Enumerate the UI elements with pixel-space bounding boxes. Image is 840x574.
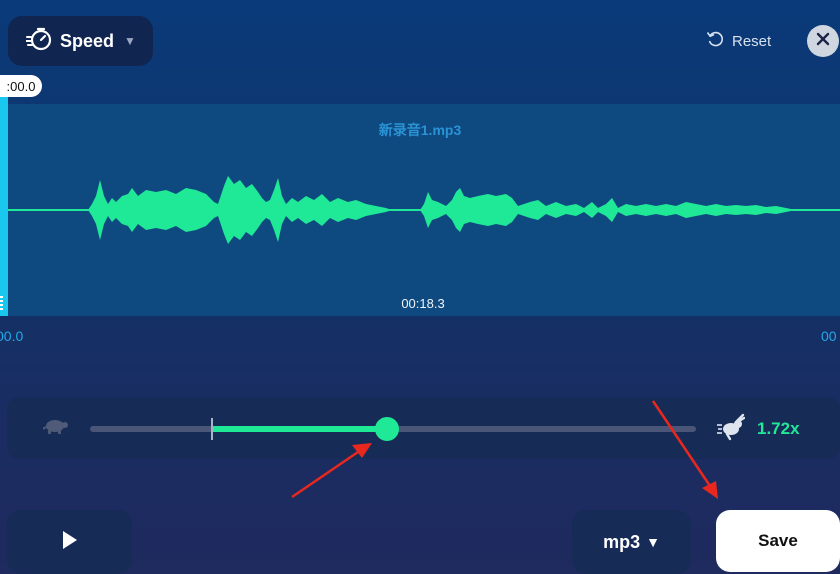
current-time: 00:18.3 — [401, 296, 445, 311]
rabbit-icon — [717, 413, 746, 446]
handle-time-bubble: :00.0 — [0, 75, 42, 97]
caret-down-icon: ▼ — [646, 534, 660, 550]
waveform-panel[interactable]: 新录音1.mp3 00:18.3 — [0, 104, 840, 316]
save-button[interactable]: Save — [716, 510, 840, 572]
trim-start-handle[interactable] — [0, 96, 8, 316]
format-dropdown[interactable]: mp3 ▼ — [572, 510, 691, 574]
close-icon — [816, 32, 830, 51]
undo-icon — [706, 30, 724, 52]
speed-value: 1.72x — [757, 419, 800, 438]
normal-speed-marker — [211, 418, 213, 440]
mode-label: Speed — [60, 30, 115, 51]
play-icon — [62, 530, 78, 555]
turtle-icon — [42, 415, 69, 440]
play-button[interactable] — [7, 510, 132, 574]
grip-dots-icon — [0, 296, 3, 310]
reset-button[interactable]: Reset — [706, 30, 771, 52]
end-time-label: 00 — [821, 328, 837, 344]
speed-control-panel: 1.72x — [7, 397, 840, 459]
speed-stopwatch-icon — [25, 27, 52, 56]
speed-slider-fill — [211, 426, 386, 432]
format-label: mp3 — [603, 531, 641, 552]
reset-label: Reset — [732, 32, 772, 50]
close-button[interactable] — [807, 25, 839, 57]
speed-slider-track[interactable] — [90, 417, 696, 441]
chevron-down-icon: ▼ — [124, 34, 136, 48]
start-time-label: 00.0 — [0, 328, 24, 344]
file-name: 新录音1.mp3 — [378, 122, 462, 138]
speed-mode-button[interactable]: Speed ▼ — [8, 16, 153, 66]
speed-slider-thumb[interactable] — [375, 417, 399, 441]
